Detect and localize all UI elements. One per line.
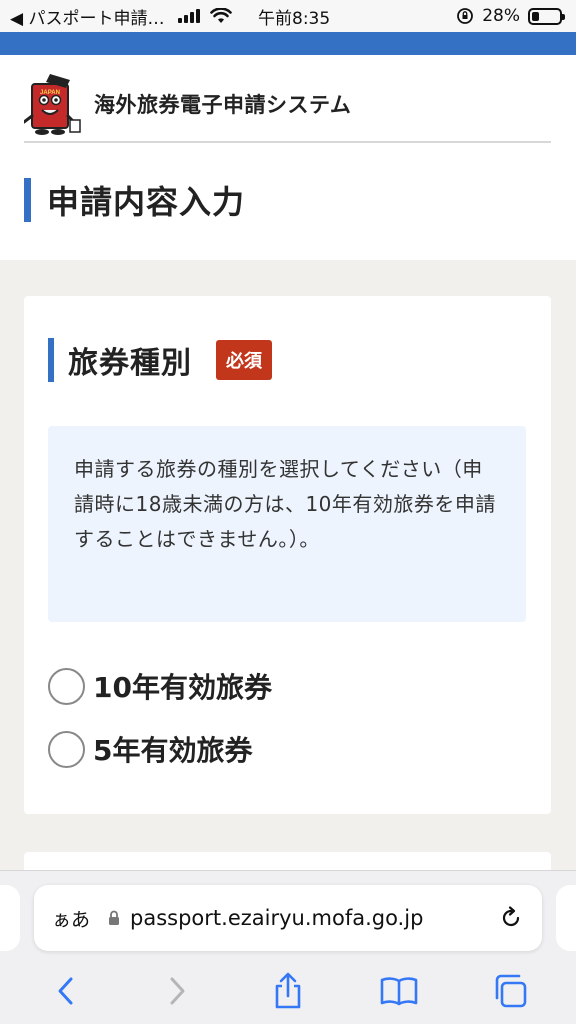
back-app-label: ◀ パスポート申請… — [10, 8, 165, 29]
status-center: 午前8:35 — [178, 4, 330, 29]
url-text[interactable]: passport.ezairyu.mofa.go.jp — [130, 906, 498, 930]
site-title: 海外旅券電子申請システム — [94, 93, 352, 117]
lock-icon — [109, 910, 120, 925]
site-logo-row[interactable]: JAPAN 海外旅券電子申請システム — [24, 67, 551, 143]
back-button[interactable] — [44, 969, 88, 1013]
page-title: 申請内容入力 — [47, 183, 246, 221]
address-bar[interactable]: ぁあ passport.ezairyu.mofa.go.jp — [34, 885, 542, 951]
forward-button[interactable] — [155, 969, 199, 1013]
browser-nav-row — [0, 967, 576, 1015]
share-button[interactable] — [266, 969, 310, 1013]
radio-option-5-year[interactable]: 5年有効旅券 — [48, 729, 252, 769]
next-tab-preview[interactable] — [556, 885, 576, 951]
instruction-box: 申請する旅券の種別を選択してください（申請時に18歳未満の方は、10年有効旅券を… — [48, 426, 526, 622]
radio-label[interactable]: 5年有効旅券 — [93, 729, 252, 769]
reload-icon[interactable] — [498, 905, 524, 931]
required-badge: 必須 — [216, 340, 272, 380]
section-accent-bar — [48, 338, 54, 382]
tabs-icon — [496, 974, 527, 1008]
bookmarks-button[interactable] — [377, 969, 421, 1013]
tabs-button[interactable] — [488, 969, 532, 1013]
section-title: 旅券種別 — [68, 346, 192, 381]
browser-toolbar: ぁあ passport.ezairyu.mofa.go.jp — [0, 870, 576, 1024]
status-right: 28% — [456, 6, 565, 26]
chevron-left-icon — [58, 977, 73, 1005]
status-time: 午前8:35 — [258, 8, 331, 29]
back-to-app-link[interactable]: ◀ パスポート申請… — [10, 4, 164, 29]
previous-tab-preview[interactable] — [0, 885, 20, 951]
radio-label[interactable]: 10年有効旅券 — [93, 666, 272, 706]
page-title-accent-bar — [24, 178, 31, 222]
radio-option-10-year[interactable]: 10年有効旅券 — [48, 666, 272, 706]
passport-mascot-logo: JAPAN — [24, 74, 81, 135]
site-header: JAPAN 海外旅券電子申請システム 申請内容入力 — [0, 55, 576, 260]
orientation-lock-icon — [457, 8, 474, 24]
wifi-icon — [210, 8, 232, 23]
book-icon — [380, 977, 418, 1006]
top-accent-band — [0, 32, 576, 55]
section-heading: 旅券種別 必須 — [48, 338, 272, 382]
text-size-button[interactable]: ぁあ — [52, 905, 90, 932]
share-icon — [275, 972, 301, 1009]
signal-icon — [178, 9, 200, 23]
battery-icon — [528, 7, 565, 25]
radio-button[interactable] — [48, 730, 85, 768]
battery-percent: 28% — [482, 6, 520, 26]
passport-type-card: 旅券種別 必須 申請する旅券の種別を選択してください（申請時に18歳未満の方は、… — [24, 296, 551, 814]
mascot-label: JAPAN — [40, 90, 60, 96]
chevron-right-icon — [170, 977, 185, 1005]
radio-button[interactable] — [48, 667, 85, 705]
status-bar: ◀ パスポート申請… 午前8:35 28% — [0, 0, 576, 32]
page-title-wrap: 申請内容入力 — [24, 177, 245, 223]
